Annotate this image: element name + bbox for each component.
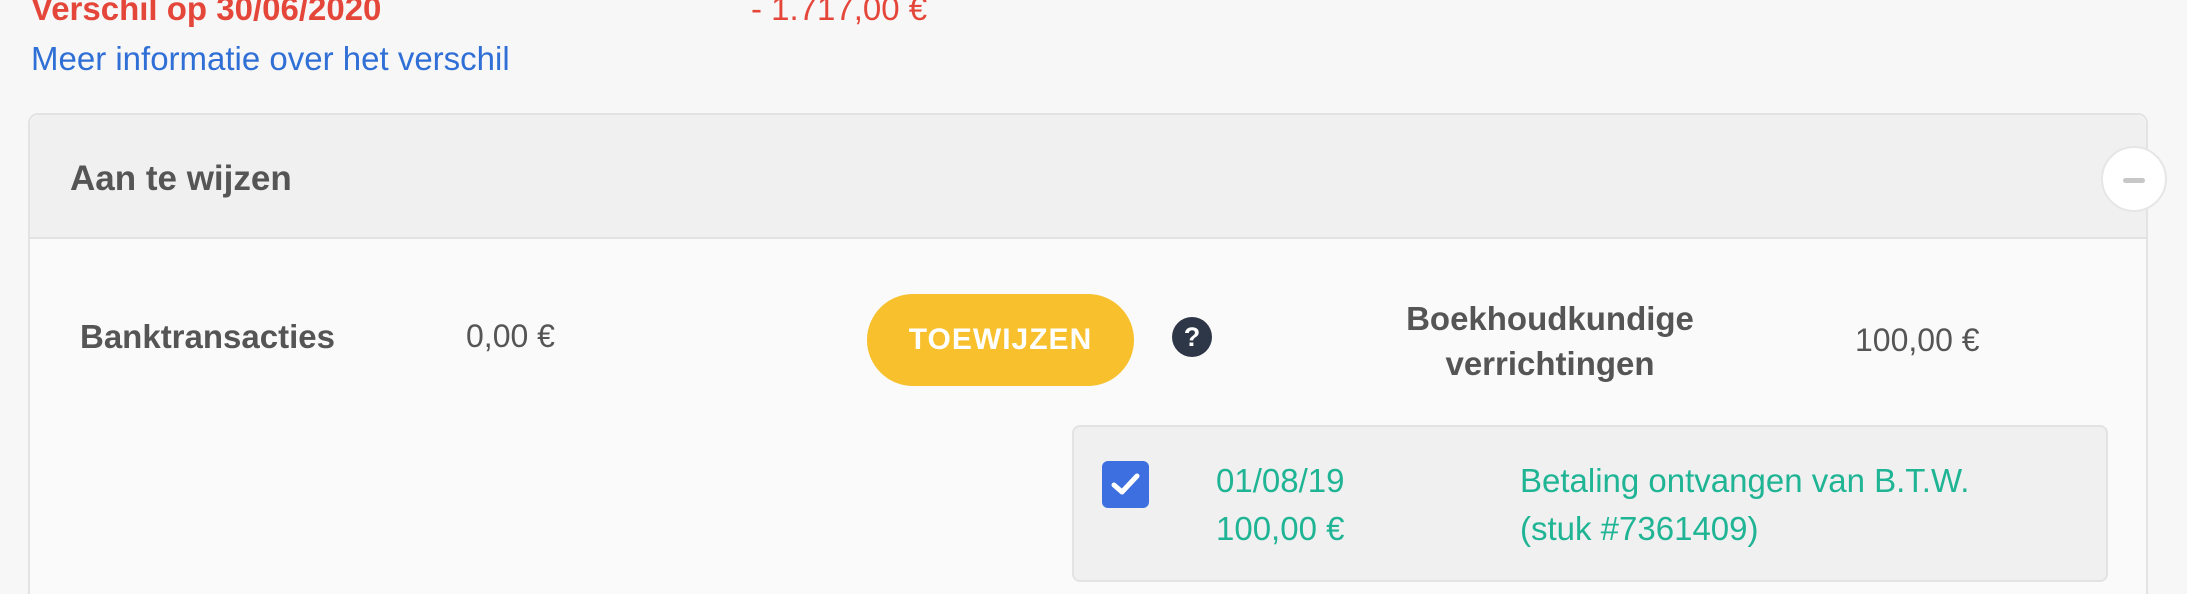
card-header: Aan te wijzen [30,115,2146,239]
bank-transactions-total: 0,00 € [466,318,555,354]
card-title: Aan te wijzen [70,159,292,198]
more-info-link[interactable]: Meer informatie over het verschil [31,40,510,78]
bank-transactions-label: Banktransacties [80,318,335,355]
collapse-button[interactable] [2101,146,2167,212]
difference-value: - 1.717,00 € [751,0,928,27]
assign-button[interactable]: TOEWIJZEN [867,294,1134,386]
accounting-entries-label: Boekhoudkundige verrichtingen [1406,300,1694,382]
accounting-entries-total: 100,00 € [1855,322,1980,358]
transaction-document: (stuk #7361409) [1520,510,1759,547]
difference-label: Verschil op 30/06/2020 [31,0,382,27]
transaction-description: Betaling ontvangen van B.T.W. [1520,462,1970,499]
minus-icon [2123,178,2145,183]
transaction-row[interactable]: 01/08/19 100,00 € Betaling ontvangen van… [1072,425,2108,582]
reconciliation-page: Verschil op 30/06/2020 - 1.717,00 € Meer… [0,0,2187,594]
transaction-checkbox[interactable] [1102,461,1149,508]
checkmark-icon [1111,473,1140,495]
question-circle-icon[interactable]: ? [1172,317,1212,357]
transaction-amount: 100,00 € [1216,510,1345,547]
transaction-date: 01/08/19 [1216,462,1345,499]
